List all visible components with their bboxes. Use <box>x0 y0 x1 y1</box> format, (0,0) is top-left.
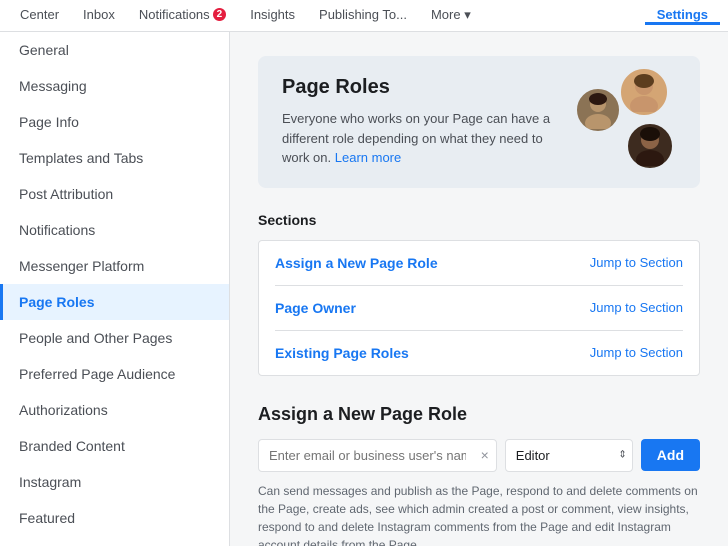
sidebar-item-branded-content[interactable]: Branded Content <box>0 428 229 464</box>
page-roles-header: Page Roles Everyone who works on your Pa… <box>258 56 700 188</box>
sidebar-item-preferred-audience[interactable]: Preferred Page Audience <box>0 356 229 392</box>
sidebar-item-authorizations[interactable]: Authorizations <box>0 392 229 428</box>
section-row-existing: Existing Page Roles Jump to Section <box>275 331 683 375</box>
jump-link-assign[interactable]: Jump to Section <box>590 255 683 270</box>
sections-title: Sections <box>258 212 700 228</box>
learn-more-link[interactable]: Learn more <box>335 150 401 165</box>
nav-settings[interactable]: Settings <box>645 7 720 25</box>
nav-center[interactable]: Center <box>8 0 71 32</box>
sidebar-item-people[interactable]: People and Other Pages <box>0 320 229 356</box>
nav-more[interactable]: More ▾ <box>419 0 483 32</box>
main-layout: General Messaging Page Info Templates an… <box>0 32 728 546</box>
add-role-button[interactable]: Add <box>641 439 700 471</box>
avatar-1 <box>618 66 670 118</box>
top-navigation: Center Inbox Notifications 2 Insights Pu… <box>0 0 728 32</box>
sidebar-item-instagram[interactable]: Instagram <box>0 464 229 500</box>
main-content: Page Roles Everyone who works on your Pa… <box>230 32 728 546</box>
assign-email-input[interactable] <box>258 439 497 472</box>
nav-insights[interactable]: Insights <box>238 0 307 32</box>
section-row-assign: Assign a New Page Role Jump to Section <box>275 241 683 286</box>
sidebar-item-templates[interactable]: Templates and Tabs <box>0 140 229 176</box>
section-link-existing[interactable]: Existing Page Roles <box>275 345 409 361</box>
page-roles-title: Page Roles <box>282 76 556 99</box>
sidebar-item-notifications[interactable]: Notifications <box>0 212 229 248</box>
role-select-wrap: Editor Admin Moderator Advertiser Analys… <box>505 439 633 472</box>
clear-input-button[interactable]: × <box>481 447 489 463</box>
assign-input-wrap: × <box>258 439 497 472</box>
sidebar-item-page-info[interactable]: Page Info <box>0 104 229 140</box>
assign-title: Assign a New Page Role <box>258 404 700 425</box>
sidebar-item-messenger[interactable]: Messenger Platform <box>0 248 229 284</box>
assign-section: Assign a New Page Role × Editor Admin Mo… <box>258 404 700 546</box>
jump-link-existing[interactable]: Jump to Section <box>590 345 683 360</box>
section-link-owner[interactable]: Page Owner <box>275 300 356 316</box>
jump-link-owner[interactable]: Jump to Section <box>590 300 683 315</box>
section-link-assign[interactable]: Assign a New Page Role <box>275 255 438 271</box>
avatar-3 <box>625 121 675 171</box>
page-roles-description: Everyone who works on your Page can have… <box>282 109 556 168</box>
sidebar-item-post-attribution[interactable]: Post Attribution <box>0 176 229 212</box>
sidebar: General Messaging Page Info Templates an… <box>0 32 230 546</box>
sidebar-item-messaging[interactable]: Messaging <box>0 68 229 104</box>
avatar-2 <box>574 86 622 134</box>
role-select[interactable]: Editor Admin Moderator Advertiser Analys… <box>505 439 633 472</box>
assign-input-row: × Editor Admin Moderator Advertiser Anal… <box>258 439 700 472</box>
sidebar-item-page-roles[interactable]: Page Roles <box>0 284 229 320</box>
sections-block: Assign a New Page Role Jump to Section P… <box>258 240 700 376</box>
avatars-illustration <box>570 66 680 176</box>
sidebar-item-featured[interactable]: Featured <box>0 500 229 536</box>
notifications-badge: 2 <box>213 8 227 21</box>
nav-publishing[interactable]: Publishing To... <box>307 0 419 32</box>
nav-notifications[interactable]: Notifications 2 <box>127 0 238 32</box>
section-row-owner: Page Owner Jump to Section <box>275 286 683 331</box>
assign-description: Can send messages and publish as the Pag… <box>258 482 700 546</box>
sidebar-item-general[interactable]: General <box>0 32 229 68</box>
nav-inbox[interactable]: Inbox <box>71 0 127 32</box>
